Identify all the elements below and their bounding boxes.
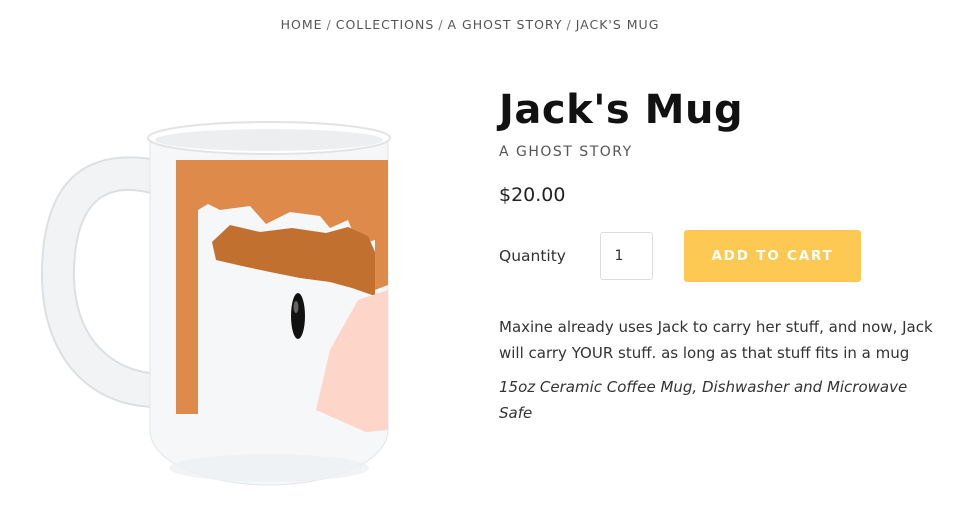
breadcrumb-separator: / — [566, 17, 572, 32]
eye-icon — [291, 293, 305, 339]
product-specs: 15oz Ceramic Coffee Mug, Dishwasher and … — [499, 378, 908, 422]
breadcrumb-home-link[interactable]: HOME — [281, 17, 323, 32]
add-to-cart-button[interactable]: ADD TO CART — [684, 230, 861, 282]
mug-illustration — [40, 121, 391, 486]
quantity-input[interactable] — [600, 232, 653, 280]
breadcrumb: HOME / COLLECTIONS / A GHOST STORY / JACK'S MU… — [0, 17, 940, 32]
product-description: Maxine already uses Jack to carry her st… — [499, 314, 939, 426]
description-text: Maxine already uses Jack to carry her st… — [499, 318, 933, 362]
product-info: Jack's Mug A GHOST STORY $20.00 Quantity… — [499, 84, 939, 434]
product-image[interactable] — [30, 100, 410, 500]
product-title: Jack's Mug — [499, 87, 744, 133]
product-price: $20.00 — [499, 184, 566, 206]
breadcrumb-separator: / — [438, 17, 444, 32]
eye-highlight — [293, 301, 299, 313]
breadcrumb-separator: / — [326, 17, 332, 32]
mug-base — [169, 454, 369, 482]
breadcrumb-collections-link[interactable]: COLLECTIONS — [336, 17, 435, 32]
product-vendor[interactable]: A GHOST STORY — [499, 144, 939, 160]
quantity-label: Quantity — [499, 247, 566, 265]
mug-inner-rim — [155, 129, 383, 151]
purchase-row: Quantity ADD TO CART — [499, 230, 939, 282]
breadcrumb-current: JACK'S MUG — [575, 17, 660, 32]
breadcrumb-collection-link[interactable]: A GHOST STORY — [448, 17, 563, 32]
